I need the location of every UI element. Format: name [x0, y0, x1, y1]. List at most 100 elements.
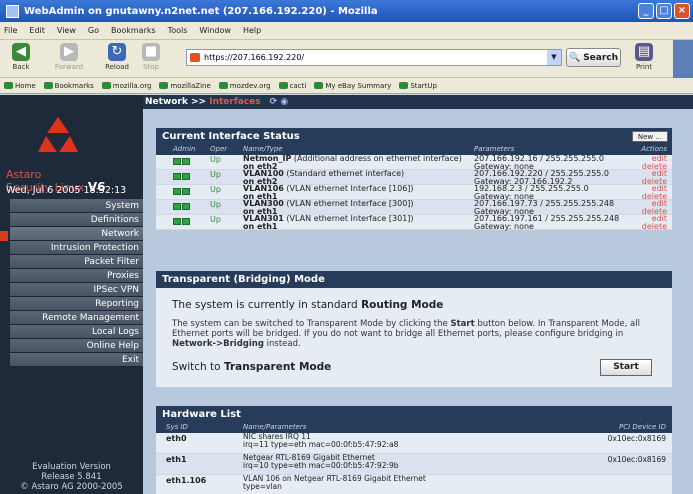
sidebar-item-intrusion-protection[interactable]: Intrusion Protection — [10, 241, 143, 255]
oper-status: Up — [210, 155, 221, 164]
home-icon — [4, 82, 13, 89]
bookmark-icon — [314, 82, 324, 89]
interface-type: (VLAN ethernet Interface [301]) — [286, 214, 414, 223]
oper-status: Up — [210, 185, 221, 194]
app-icon — [6, 4, 19, 18]
oper-status-icon — [182, 158, 190, 165]
interface-parent: on eth1 — [243, 221, 278, 231]
bookmark-bookmarks[interactable]: Bookmarks — [43, 82, 94, 90]
sidebar-item-network[interactable]: Network — [10, 227, 143, 241]
page-content: Astaro Security Linux V6 Wed, Jul 6 2005… — [0, 95, 693, 494]
search-icon: 🔍 — [568, 52, 581, 63]
sidebar-item-remote-management[interactable]: Remote Management — [10, 311, 143, 325]
reload-icon: ↻ — [108, 43, 126, 61]
menu-window[interactable]: Window — [199, 26, 231, 35]
window-controls: _ □ × — [638, 3, 690, 19]
bookmark-home[interactable]: Home — [4, 82, 36, 90]
navigation-toolbar: ◀ Back ▶ Forward ↻ Reload ■ Stop ▼ 🔍 Sea… — [0, 40, 693, 78]
back-button[interactable]: ◀ Back — [4, 43, 38, 71]
table-row: Up Netmon_IP (Additional address on ethe… — [156, 155, 672, 170]
interface-params: 192.168.2.3 / 255.255.255.0 Gateway: none — [474, 185, 634, 201]
interface-type: (Additional address on ethernet interfac… — [293, 154, 462, 163]
hardware-table-header: Sys ID Name/Parameters PCI Device ID — [156, 423, 672, 433]
menu-view[interactable]: View — [57, 26, 76, 35]
sidebar-item-exit[interactable]: Exit — [10, 353, 143, 367]
print-button[interactable]: ▤ Print — [627, 43, 661, 71]
interface-type: (VLAN ethernet Interface [106]) — [286, 184, 414, 193]
breadcrumb-parent[interactable]: Network >> — [145, 97, 206, 107]
sidebar-item-definitions[interactable]: Definitions — [10, 213, 143, 227]
menu-edit[interactable]: Edit — [29, 26, 45, 35]
stop-icon: ■ — [142, 43, 160, 61]
reload-button[interactable]: ↻ Reload — [100, 43, 134, 71]
admin-status-icon[interactable] — [173, 158, 181, 165]
sidebar-item-ipsec-vpn[interactable]: IPSec VPN — [10, 283, 143, 297]
stop-button[interactable]: ■ Stop — [134, 43, 168, 71]
hardware-params: Netgear RTL-8169 Gigabit Ethernet irq=10 … — [243, 454, 493, 469]
forward-button[interactable]: ▶ Forward — [52, 43, 86, 71]
row-actions: edit delete — [642, 200, 667, 216]
maximize-button[interactable]: □ — [656, 3, 672, 19]
release-label: Release 5.841 — [41, 472, 102, 482]
transparent-mode-panel: Transparent (Bridging) Mode The system i… — [156, 271, 672, 387]
menu-file[interactable]: File — [4, 26, 17, 35]
bookmark-mozdev[interactable]: mozdev.org — [218, 82, 271, 90]
table-row: eth0 NIC shares IRQ 11 irq=11 type=eth ma… — [156, 433, 672, 454]
menu-go[interactable]: Go — [88, 26, 99, 35]
printer-icon: ▤ — [635, 43, 653, 61]
bookmark-mozilla[interactable]: mozilla.org — [101, 82, 151, 90]
mode-description: The system can be switched to Transparen… — [172, 319, 656, 349]
new-interface-button[interactable]: New ... — [631, 131, 668, 142]
admin-status-icon[interactable] — [173, 188, 181, 195]
bookmark-cacti[interactable]: cacti — [278, 82, 306, 90]
evaluation-label: Evaluation Version — [32, 462, 111, 472]
url-bar[interactable]: ▼ — [186, 49, 562, 66]
column-sys-id: Sys ID — [166, 423, 188, 431]
column-oper: Oper — [210, 145, 228, 153]
interface-status-title: Current Interface Status — [162, 131, 300, 142]
sidebar-item-system[interactable]: System — [10, 199, 143, 213]
start-button[interactable]: Start — [600, 359, 652, 376]
admin-status-icon[interactable] — [173, 173, 181, 180]
column-name-params: Name/Parameters — [243, 423, 307, 431]
status-leds — [173, 173, 190, 180]
throbber-icon — [673, 40, 693, 78]
row-actions: edit delete — [642, 155, 667, 171]
admin-status-icon[interactable] — [173, 218, 181, 225]
sidebar-menu: System Definitions Network Intrusion Pro… — [10, 199, 143, 367]
bookmark-mozillazine[interactable]: mozillaZine — [159, 81, 211, 90]
bookmark-label: Home — [15, 81, 36, 90]
version-info: Evaluation Version Release 5.841 © Astar… — [0, 462, 143, 492]
hardware-id: eth0 — [166, 434, 187, 443]
sidebar-item-packet-filter[interactable]: Packet Filter — [10, 255, 143, 269]
forward-arrow-icon: ▶ — [60, 43, 78, 61]
close-button[interactable]: × — [674, 3, 690, 19]
url-dropdown-icon[interactable]: ▼ — [547, 50, 561, 65]
menu-help[interactable]: Help — [243, 26, 261, 35]
bookmark-label: mozillaZine — [170, 81, 211, 90]
sidebar-item-proxies[interactable]: Proxies — [10, 269, 143, 283]
breadcrumb-nav-icons[interactable]: ⟳ ◉ — [270, 97, 289, 107]
url-input[interactable] — [204, 53, 544, 62]
search-button[interactable]: 🔍 Search — [566, 48, 621, 67]
oper-status: Up — [210, 200, 221, 209]
menu-bookmarks[interactable]: Bookmarks — [111, 26, 156, 35]
bridging-link[interactable]: Network->Bridging — [172, 339, 264, 349]
sidebar-item-online-help[interactable]: Online Help — [10, 339, 143, 353]
bookmark-label: My eBay Summary — [325, 81, 392, 90]
menu-tools[interactable]: Tools — [168, 26, 188, 35]
bookmark-icon — [159, 82, 169, 89]
interface-params: 207.166.192.16 / 255.255.255.0 Gateway: n… — [474, 155, 634, 171]
copyright-label: © Astaro AG 2000-2005 — [20, 482, 123, 492]
bookmark-startup[interactable]: StartUp — [399, 82, 437, 90]
minimize-button[interactable]: _ — [638, 3, 654, 19]
admin-status-icon[interactable] — [173, 203, 181, 210]
sidebar-item-local-logs[interactable]: Local Logs — [10, 325, 143, 339]
bookmark-ebay[interactable]: My eBay Summary — [314, 82, 391, 90]
interface-type: (Standard ethernet interface) — [286, 169, 405, 178]
stop-label: Stop — [143, 63, 159, 71]
delete-link[interactable]: delete — [642, 222, 667, 231]
sidebar-item-reporting[interactable]: Reporting — [10, 297, 143, 311]
bookmark-label: StartUp — [410, 81, 437, 90]
hardware-details: irq=11 type=eth mac=00:0f:b5:47:92:a8 — [243, 439, 399, 449]
